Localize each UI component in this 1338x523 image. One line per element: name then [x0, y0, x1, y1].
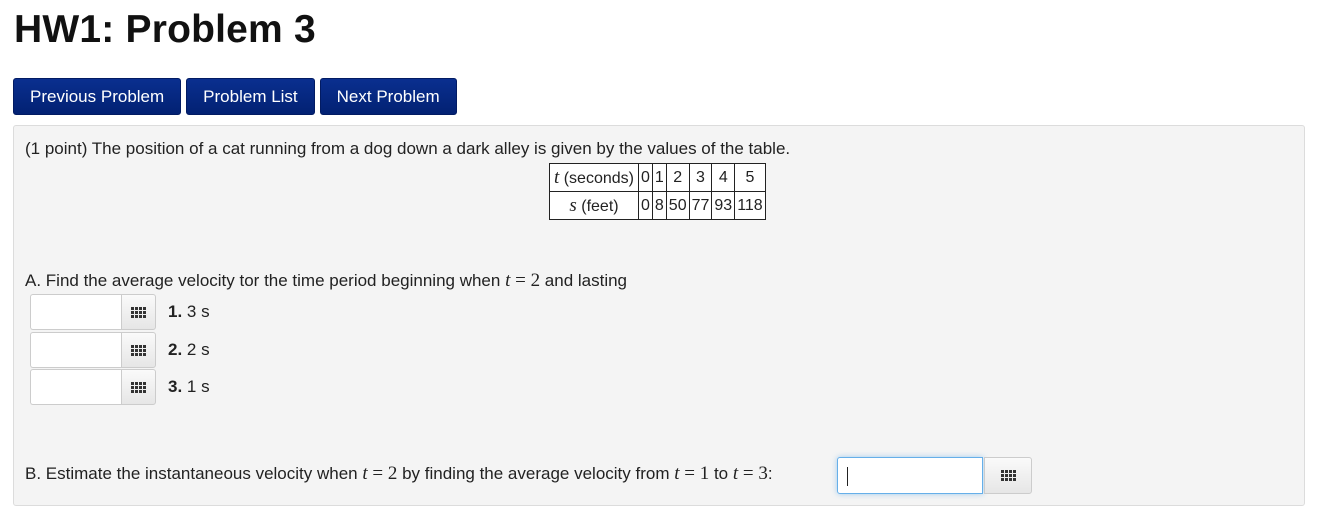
table-cell: 2 [665, 163, 690, 192]
table-cell: 93 [711, 191, 736, 220]
table-row: t (seconds) 0 1 2 3 4 5 [549, 163, 766, 192]
table-cell: 0 [637, 191, 653, 220]
problem-panel: (1 point) The position of a cat running … [13, 125, 1305, 506]
time-unit: (seconds) [559, 169, 634, 187]
item-number: 2. [168, 340, 183, 359]
equation-editor-button-3[interactable] [121, 369, 156, 405]
grid-icon [131, 381, 146, 393]
part-b-answer-input[interactable] [837, 457, 983, 494]
position-variable: s [569, 194, 577, 216]
table-cell: 3 [688, 163, 713, 192]
problem-intro: (1 point) The position of a cat running … [25, 139, 791, 158]
part-a-question: A. Find the average velocity tor the tim… [25, 270, 627, 292]
position-table: t (seconds) 0 1 2 3 4 5 s (feet) 0 8 50 … [549, 163, 766, 220]
problem-list-button[interactable]: Problem List [186, 78, 315, 115]
item-text: 1 s [182, 377, 210, 396]
item-text: 3 s [182, 302, 210, 321]
item-number: 1. [168, 302, 183, 321]
part-b-text: to [709, 464, 733, 483]
answer-row-3: 3. 1 s [30, 369, 210, 405]
table-row: s (feet) 0 8 50 77 93 118 [549, 191, 766, 220]
table-cell: 1 [651, 163, 667, 192]
answer-row-1: 1. 3 s [30, 294, 210, 330]
table-cell: 0 [637, 163, 653, 192]
part-a-text-end: and lasting [540, 271, 628, 290]
math-equals: = [679, 463, 700, 484]
grid-icon [1000, 470, 1016, 481]
answer-input-1[interactable] [30, 294, 121, 330]
table-cell: 50 [665, 191, 690, 220]
position-unit: (feet) [576, 197, 619, 215]
math-value: 2 [530, 270, 541, 291]
table-cell: 77 [688, 191, 713, 220]
part-b-text: : [767, 464, 773, 483]
math-equals: = [738, 463, 759, 484]
next-problem-button[interactable]: Next Problem [319, 78, 457, 115]
item-text: 2 s [182, 340, 210, 359]
previous-problem-button[interactable]: Previous Problem [13, 78, 182, 115]
table-cell: 118 [734, 191, 766, 220]
part-a-text: A. Find the average velocity tor the tim… [25, 271, 506, 290]
table-cell: 4 [711, 163, 736, 192]
table-row-header: s (feet) [549, 191, 639, 220]
math-value: 3 [758, 463, 768, 484]
part-b-text: by finding the average velocity from [397, 464, 675, 483]
page-title: HW1: Problem 3 [14, 8, 316, 51]
part-b-text: B. Estimate the instantaneous velocity w… [25, 464, 363, 483]
math-equals: = [367, 463, 388, 484]
equation-editor-button-2[interactable] [121, 332, 156, 368]
answer-input-2[interactable] [30, 332, 121, 368]
grid-icon [131, 306, 146, 318]
table-row-header: t (seconds) [549, 163, 639, 192]
table-cell: 5 [734, 163, 766, 192]
item-number: 3. [168, 377, 183, 396]
problem-navigation: Previous Problem Problem List Next Probl… [13, 78, 457, 115]
answer-label-1: 1. 3 s [168, 302, 210, 322]
math-value: 1 [699, 463, 710, 484]
table-cell: 8 [651, 191, 667, 220]
equation-editor-button-b[interactable] [984, 457, 1032, 494]
answer-input-3[interactable] [30, 369, 121, 405]
answer-label-2: 2. 2 s [168, 340, 210, 360]
text-caret [847, 467, 848, 486]
answer-row-2: 2. 2 s [30, 332, 210, 368]
math-equals: = [510, 270, 531, 291]
answer-label-3: 3. 1 s [168, 377, 210, 397]
part-b-question: B. Estimate the instantaneous velocity w… [25, 463, 773, 485]
equation-editor-button-1[interactable] [121, 294, 156, 330]
math-value: 2 [387, 463, 398, 484]
grid-icon [131, 344, 146, 356]
